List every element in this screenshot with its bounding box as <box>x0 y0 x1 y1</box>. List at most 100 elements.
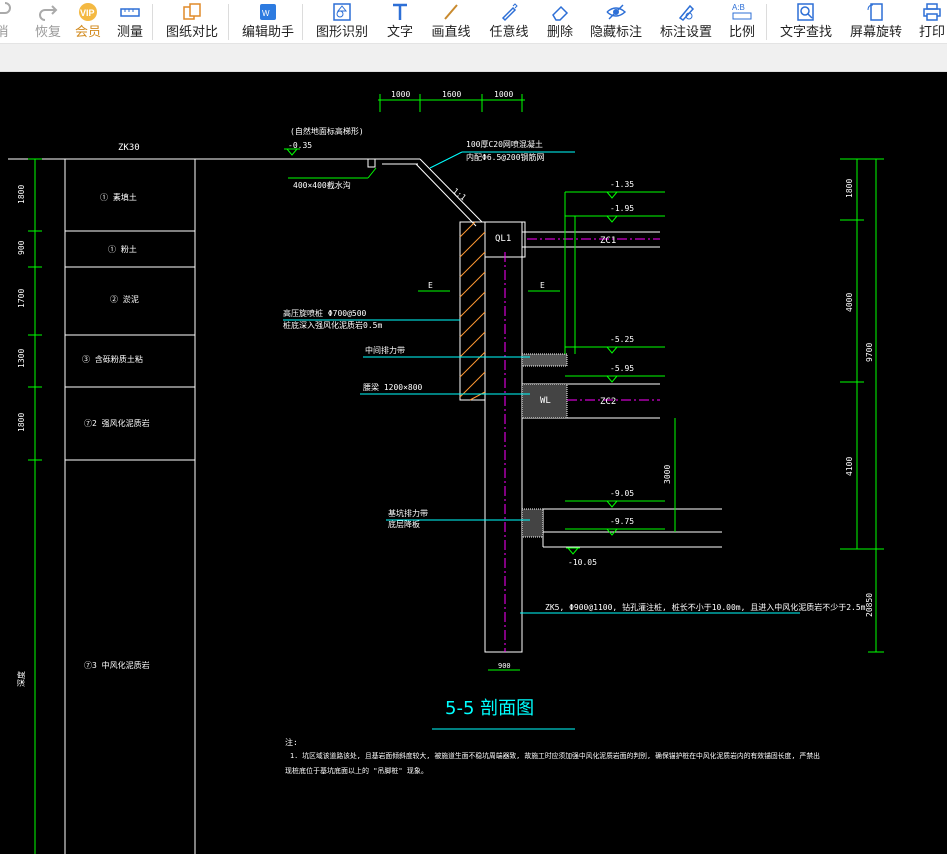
right-dim-1: 1800 <box>845 179 854 198</box>
drain-ditch-label: 400×400截水沟 <box>293 180 351 190</box>
pin-callout: 中间排力带 <box>365 345 405 355</box>
top-dim-2: 1600 <box>442 90 461 99</box>
waler-upper <box>521 353 568 367</box>
layer-dim-1: 1800 <box>17 185 26 204</box>
toolbar: 消 恢复 VIP 会员 测量 图纸对比 W 编辑助手 图形识别 文字 画直线 任意线 删除 隐藏标注 标注设… <box>0 0 947 44</box>
toolbar-button-label: 编辑助手 <box>241 24 294 39</box>
scale-icon: A:B <box>731 1 753 23</box>
zc1-label: ZC1 <box>600 236 616 246</box>
elev-7: -10.05 <box>568 558 597 567</box>
toolbar-button-4[interactable]: 图纸对比 <box>162 0 222 44</box>
toolbar-separator <box>228 4 229 40</box>
pile-callout: ZK5, Φ900@1100, 钻孔灌注桩, 桩长不小于10.00m, 且进入中… <box>545 602 866 612</box>
toolbar-button-label: 文字 <box>386 24 413 39</box>
redo-icon <box>37 1 59 23</box>
elev-2: -1.95 <box>610 204 634 213</box>
pile-width-dim: 900 <box>498 662 511 670</box>
toolbar-button-label: 屏幕旋转 <box>849 24 902 39</box>
waler-bottom <box>521 508 544 538</box>
toolbar-button-10[interactable]: 删除 <box>538 0 582 44</box>
note-heading: 注: <box>285 737 298 747</box>
compare-icon <box>181 1 203 23</box>
right-dimension-lines <box>840 158 884 653</box>
section-title: 5-5 剖面图 <box>445 698 534 719</box>
ground-note: (自然地面标高梯形) <box>290 126 364 136</box>
hide-annotation-icon <box>605 1 627 23</box>
toolbar-button-7[interactable]: 文字 <box>378 0 422 44</box>
svg-text:VIP: VIP <box>80 8 95 18</box>
top-dim-1: 1000 <box>391 90 410 99</box>
toolbar-button-6[interactable]: 图形识别 <box>312 0 372 44</box>
shape-recognition-icon <box>331 1 353 23</box>
text-icon <box>389 1 411 23</box>
toolbar-button-15[interactable]: 屏幕旋转 <box>846 0 906 44</box>
toolbar-button-12[interactable]: 标注设置 <box>656 0 716 44</box>
layer-dim-3: 1700 <box>17 289 26 308</box>
mesh-label: 内配Φ6.5@200钢筋网 <box>466 152 545 162</box>
svg-text:A:B: A:B <box>732 3 745 12</box>
annotation-settings-icon <box>675 1 697 23</box>
right-dim-3: 4100 <box>845 457 854 476</box>
ql1-label: QL1 <box>495 234 511 244</box>
elev-3: -5.25 <box>610 335 634 344</box>
elev-4: -5.95 <box>610 364 634 373</box>
right-dim-total: 9700 <box>865 343 874 362</box>
toolbar-button-label: 会员 <box>74 24 101 39</box>
right-dim-2: 4000 <box>845 293 854 312</box>
toolbar-button-8[interactable]: 画直线 <box>424 0 478 44</box>
layer-dim-2: 900 <box>17 240 26 255</box>
bottom-pin-callout: 基坑排力带 <box>388 508 428 518</box>
e-left-label: E <box>428 281 433 290</box>
toolbar-button-label: 任意线 <box>489 24 529 39</box>
edit-assistant-icon: W <box>257 1 279 23</box>
borehole-label: ZK30 <box>118 143 140 153</box>
secondary-toolbar <box>0 44 947 72</box>
toolbar-button-11[interactable]: 隐藏标注 <box>586 0 646 44</box>
layer-label-1: ① 素填土 <box>100 192 137 202</box>
text-search-icon <box>795 1 817 23</box>
drawing-canvas[interactable]: ZK30 1800 900 1700 1300 1800 深度 ① 素填土 ① … <box>0 72 947 854</box>
toolbar-button-2[interactable]: VIP 会员 <box>68 0 108 44</box>
toolbar-button-14[interactable]: 文字查找 <box>776 0 836 44</box>
toolbar-separator <box>766 4 767 40</box>
layer-dim-5: 1800 <box>17 413 26 432</box>
toolbar-button-label: 消 <box>0 24 9 39</box>
layer-label-2: ① 粉土 <box>108 244 137 254</box>
elev-6: -9.75 <box>610 517 634 526</box>
layer-label-3: ② 淤泥 <box>110 294 139 304</box>
toolbar-button-label: 图纸对比 <box>165 24 218 39</box>
toolbar-button-16[interactable]: 打印 <box>910 0 947 44</box>
e-right-label: E <box>540 281 545 290</box>
top-dim-3: 1000 <box>494 90 513 99</box>
layer-label-4: ③ 含砾粉质土粘 <box>82 354 143 364</box>
dim-3000: 3000 <box>663 465 672 484</box>
svg-text:W: W <box>262 9 270 18</box>
eraser-icon <box>549 1 571 23</box>
note-line-1: 1. 坑区域该道路该处, 且基岩面倾斜度较大, 被施道生面不稳坑周端器致, 故施… <box>290 751 820 760</box>
toolbar-button-label: 图形识别 <box>315 24 368 39</box>
toolbar-separator <box>302 4 303 40</box>
cad-drawing: ZK30 1800 900 1700 1300 1800 深度 ① 素填土 ① … <box>8 90 884 854</box>
line-icon <box>440 1 462 23</box>
borehole-column <box>8 158 380 854</box>
toolbar-button-3[interactable]: 测量 <box>108 0 152 44</box>
zc2-label: ZC2 <box>600 397 616 407</box>
toolbar-button-1[interactable]: 恢复 <box>28 0 68 44</box>
vip-icon: VIP <box>77 1 99 23</box>
retaining-structure <box>484 221 722 653</box>
toolbar-button-13[interactable]: A:B 比例 <box>722 0 762 44</box>
toolbar-button-label: 标注设置 <box>659 24 712 39</box>
jet-grout-callout: 高压旋喷桩 Φ700@500 <box>283 308 367 318</box>
toolbar-button-label: 打印 <box>918 24 945 39</box>
rotate-screen-icon <box>865 1 887 23</box>
toolbar-button-9[interactable]: 任意线 <box>482 0 536 44</box>
toolbar-button-label: 测量 <box>116 24 143 39</box>
toolbar-button-0[interactable]: 消 <box>0 0 12 44</box>
right-dim-below: 20850 <box>865 593 874 617</box>
elev-1: -1.35 <box>610 180 634 189</box>
layer-label-5: ⑦2 强风化泥质岩 <box>84 418 150 428</box>
freehand-icon <box>498 1 520 23</box>
toolbar-button-5[interactable]: W 编辑助手 <box>238 0 298 44</box>
undo-icon <box>0 1 13 23</box>
print-icon <box>921 1 943 23</box>
